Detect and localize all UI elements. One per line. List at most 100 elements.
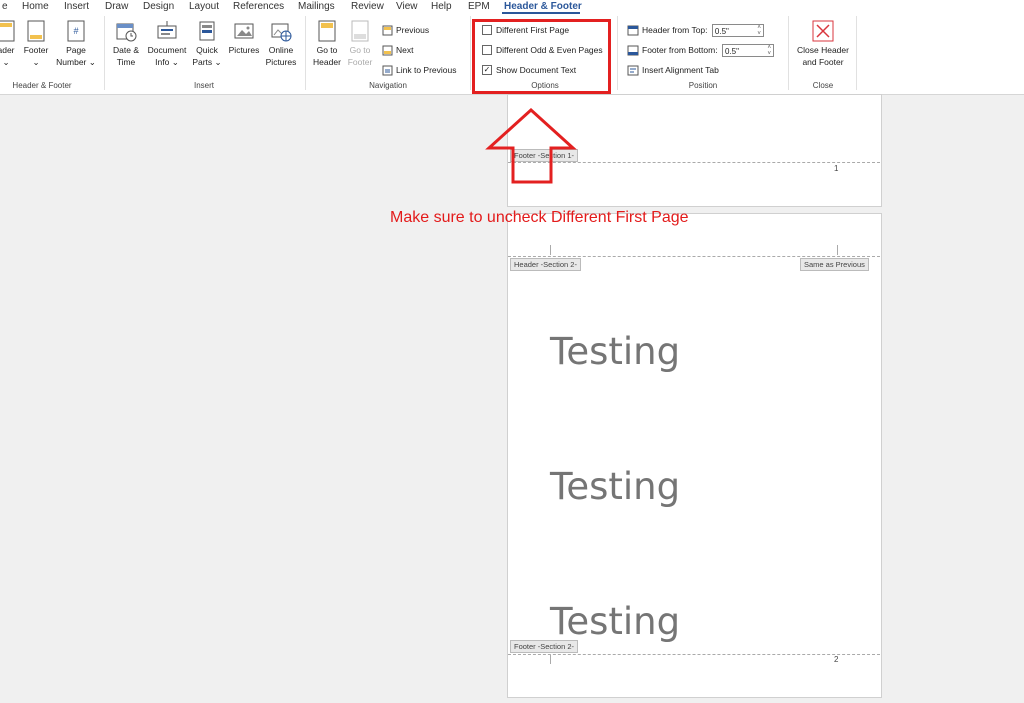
online-pictures-button[interactable]: Online Pictures (262, 20, 300, 68)
tab-view[interactable]: View (396, 0, 418, 14)
tab-layout[interactable]: Layout (189, 0, 219, 14)
tab-design[interactable]: Design (143, 0, 174, 14)
tab-file[interactable]: e (2, 0, 8, 14)
group-separator (856, 16, 857, 90)
margin-corner-mark (550, 655, 551, 664)
calendar-icon (116, 23, 137, 42)
go-to-header-button[interactable]: Go to Header (310, 20, 344, 68)
tab-review[interactable]: Review (351, 0, 384, 14)
link-to-previous-button[interactable]: Link to Previous (382, 63, 456, 77)
header-button-chevron: ⌄ (2, 57, 10, 67)
page-number-icon: # (67, 20, 85, 42)
next-label: Next (396, 45, 414, 55)
svg-text:#: # (73, 26, 78, 36)
go-to-footer-icon (351, 20, 369, 42)
online-pictures-label-2: Pictures (265, 57, 297, 67)
body-text-line[interactable]: Testing (550, 600, 680, 643)
footer-button-chevron: ⌄ (32, 57, 40, 67)
go-to-footer-label-2: Footer (347, 57, 373, 67)
go-to-header-icon (318, 20, 336, 42)
close-icon (812, 20, 834, 42)
close-header-footer-button[interactable]: Close Header and Footer (793, 20, 853, 68)
page-number-2: 2 (834, 655, 839, 664)
alignment-tab-icon (627, 65, 639, 76)
footer-position-icon (627, 45, 639, 56)
previous-button[interactable]: Previous (382, 23, 429, 37)
footer-button[interactable]: Footer ⌄ (22, 20, 50, 68)
document-info-icon (157, 21, 177, 39)
tab-home[interactable]: Home (22, 0, 49, 14)
group-label-position: Position (688, 81, 718, 90)
date-time-button[interactable]: Date & Time (110, 20, 142, 68)
group-label-close: Close (812, 81, 834, 90)
quick-parts-label-2: Parts ⌄ (192, 57, 222, 67)
footer-from-bottom-row: Footer from Bottom: 0.5" ˄ ˅ (627, 43, 774, 58)
header-button[interactable]: ader ⌄ (0, 20, 18, 68)
header-button-label: ader (0, 45, 15, 55)
document-info-label-2: Info ⌄ (155, 57, 179, 67)
group-label-navigation: Navigation (369, 81, 407, 90)
header-icon (0, 20, 15, 42)
page-number-1: 1 (834, 164, 839, 173)
header-section-2-tag: Header -Section 2- (510, 258, 581, 271)
page-number-button[interactable]: # Page Number ⌄ (54, 20, 98, 68)
header-from-top-value: 0.5" (714, 27, 729, 37)
go-to-footer-button[interactable]: Go to Footer (344, 20, 376, 68)
link-icon (382, 65, 393, 76)
pictures-button[interactable]: Pictures (226, 20, 262, 56)
quick-parts-icon (199, 21, 215, 41)
body-text-line[interactable]: Testing (550, 330, 680, 373)
tab-mailings[interactable]: Mailings (298, 0, 335, 14)
previous-icon (382, 25, 393, 36)
close-header-footer-label-2: and Footer (802, 57, 844, 67)
date-time-label-1: Date & (113, 45, 139, 55)
same-as-previous-tag: Same as Previous (800, 258, 869, 271)
page-number-label: Page (66, 45, 86, 55)
footer-from-bottom-value: 0.5" (724, 47, 739, 57)
header-boundary-line (508, 256, 880, 257)
insert-alignment-tab-button[interactable]: Insert Alignment Tab (627, 63, 719, 77)
spinner-arrows-icon[interactable]: ˄ ˅ (767, 45, 771, 57)
options-highlight-box (472, 19, 611, 94)
margin-corner-mark (837, 245, 838, 255)
insert-alignment-tab-label: Insert Alignment Tab (642, 65, 719, 75)
document-info-button[interactable]: Document Info ⌄ (144, 20, 190, 68)
spinner-arrows-icon[interactable]: ˄ ˅ (757, 25, 761, 37)
header-from-top-input[interactable]: 0.5" ˄ ˅ (711, 24, 764, 38)
next-icon (382, 45, 393, 56)
previous-label: Previous (396, 25, 430, 35)
group-separator (104, 16, 105, 90)
footer-section-2-tag: Footer -Section 2- (510, 640, 579, 653)
go-to-footer-label-1: Go to (349, 45, 371, 55)
group-separator (470, 16, 471, 90)
next-button[interactable]: Next (382, 43, 413, 57)
tab-epm[interactable]: EPM (468, 0, 490, 14)
tab-draw[interactable]: Draw (105, 0, 128, 14)
tab-references[interactable]: References (233, 0, 284, 14)
group-separator (788, 16, 789, 90)
go-to-header-label-1: Go to (316, 45, 338, 55)
body-text-line[interactable]: Testing (550, 465, 680, 508)
group-label-header-footer: Header & Footer (12, 81, 72, 90)
link-to-previous-label: Link to Previous (396, 65, 457, 75)
footer-from-bottom-input[interactable]: 0.5" ˄ ˅ (721, 44, 774, 58)
footer-from-bottom-label: Footer from Bottom: (642, 45, 718, 55)
tab-help[interactable]: Help (431, 0, 452, 14)
group-label-insert: Insert (193, 81, 214, 90)
red-arrow-up-icon (485, 108, 577, 184)
go-to-header-label-2: Header (313, 57, 341, 67)
online-pictures-label-1: Online (268, 45, 294, 55)
annotation-text: Make sure to uncheck Different First Pag… (390, 209, 689, 226)
ribbon-tab-bar: e Home Insert Draw Design Layout Referen… (0, 0, 1024, 14)
page-number-chevron: Number ⌄ (56, 57, 96, 67)
footer-boundary-line (508, 654, 880, 655)
group-separator (305, 16, 306, 90)
footer-button-label: Footer (23, 45, 49, 55)
pictures-label: Pictures (228, 45, 260, 55)
quick-parts-button[interactable]: Quick Parts ⌄ (192, 20, 222, 68)
document-info-label-1: Document (147, 45, 187, 55)
pictures-icon (234, 23, 254, 39)
online-pictures-icon (271, 23, 292, 42)
tab-insert[interactable]: Insert (64, 0, 89, 14)
header-from-top-label: Header from Top: (642, 25, 708, 35)
